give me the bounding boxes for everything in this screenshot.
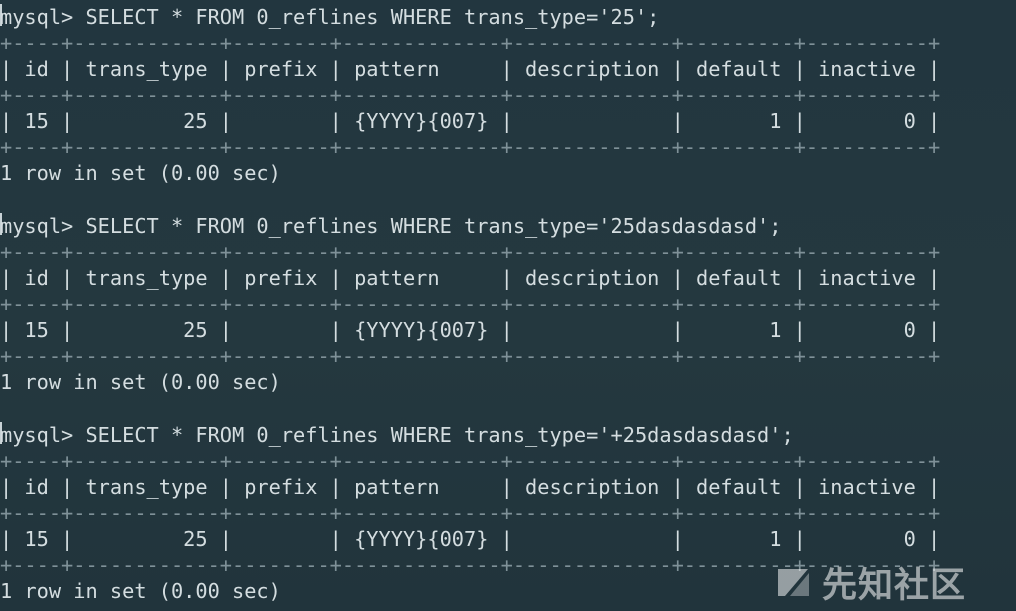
table-middle-border: +----+------------+--------+------------… <box>0 83 941 107</box>
table-bottom-border: +----+------------+--------+------------… <box>0 135 941 159</box>
query-result-summary: 1 row in set (0.00 sec) <box>0 370 281 394</box>
table-data-row: | 15 | 25 | | {YYYY}{007} | | 1 | 0 | <box>0 109 941 133</box>
mysql-command-line: mysql> SELECT * FROM 0_reflines WHERE tr… <box>0 5 660 29</box>
table-top-border: +----+------------+--------+------------… <box>0 31 941 55</box>
query-result-summary: 1 row in set (0.00 sec) <box>0 579 281 603</box>
table-header-row: | id | trans_type | prefix | pattern | d… <box>0 475 941 499</box>
mysql-command-line: mysql> SELECT * FROM 0_reflines WHERE tr… <box>0 214 782 238</box>
table-bottom-border: +----+------------+--------+------------… <box>0 344 941 368</box>
table-top-border: +----+------------+--------+------------… <box>0 240 941 264</box>
table-data-row: | 15 | 25 | | {YYYY}{007} | | 1 | 0 | <box>0 527 941 551</box>
table-middle-border: +----+------------+--------+------------… <box>0 501 941 525</box>
table-header-row: | id | trans_type | prefix | pattern | d… <box>0 266 941 290</box>
xianzhi-watermark: 先知社区 <box>772 561 998 606</box>
table-middle-border: +----+------------+--------+------------… <box>0 292 941 316</box>
query-result-summary: 1 row in set (0.00 sec) <box>0 161 281 185</box>
mysql-command-line: mysql> SELECT * FROM 0_reflines WHERE tr… <box>0 423 794 447</box>
watermark-text: 先知社区 <box>822 565 967 606</box>
table-top-border: +----+------------+--------+------------… <box>0 449 941 473</box>
table-data-row: | 15 | 25 | | {YYYY}{007} | | 1 | 0 | <box>0 318 941 342</box>
table-header-row: | id | trans_type | prefix | pattern | d… <box>0 57 941 81</box>
terminal-window[interactable]: mysql> SELECT * FROM 0_reflines WHERE tr… <box>0 0 1016 611</box>
xianzhi-logo-icon <box>778 569 809 596</box>
